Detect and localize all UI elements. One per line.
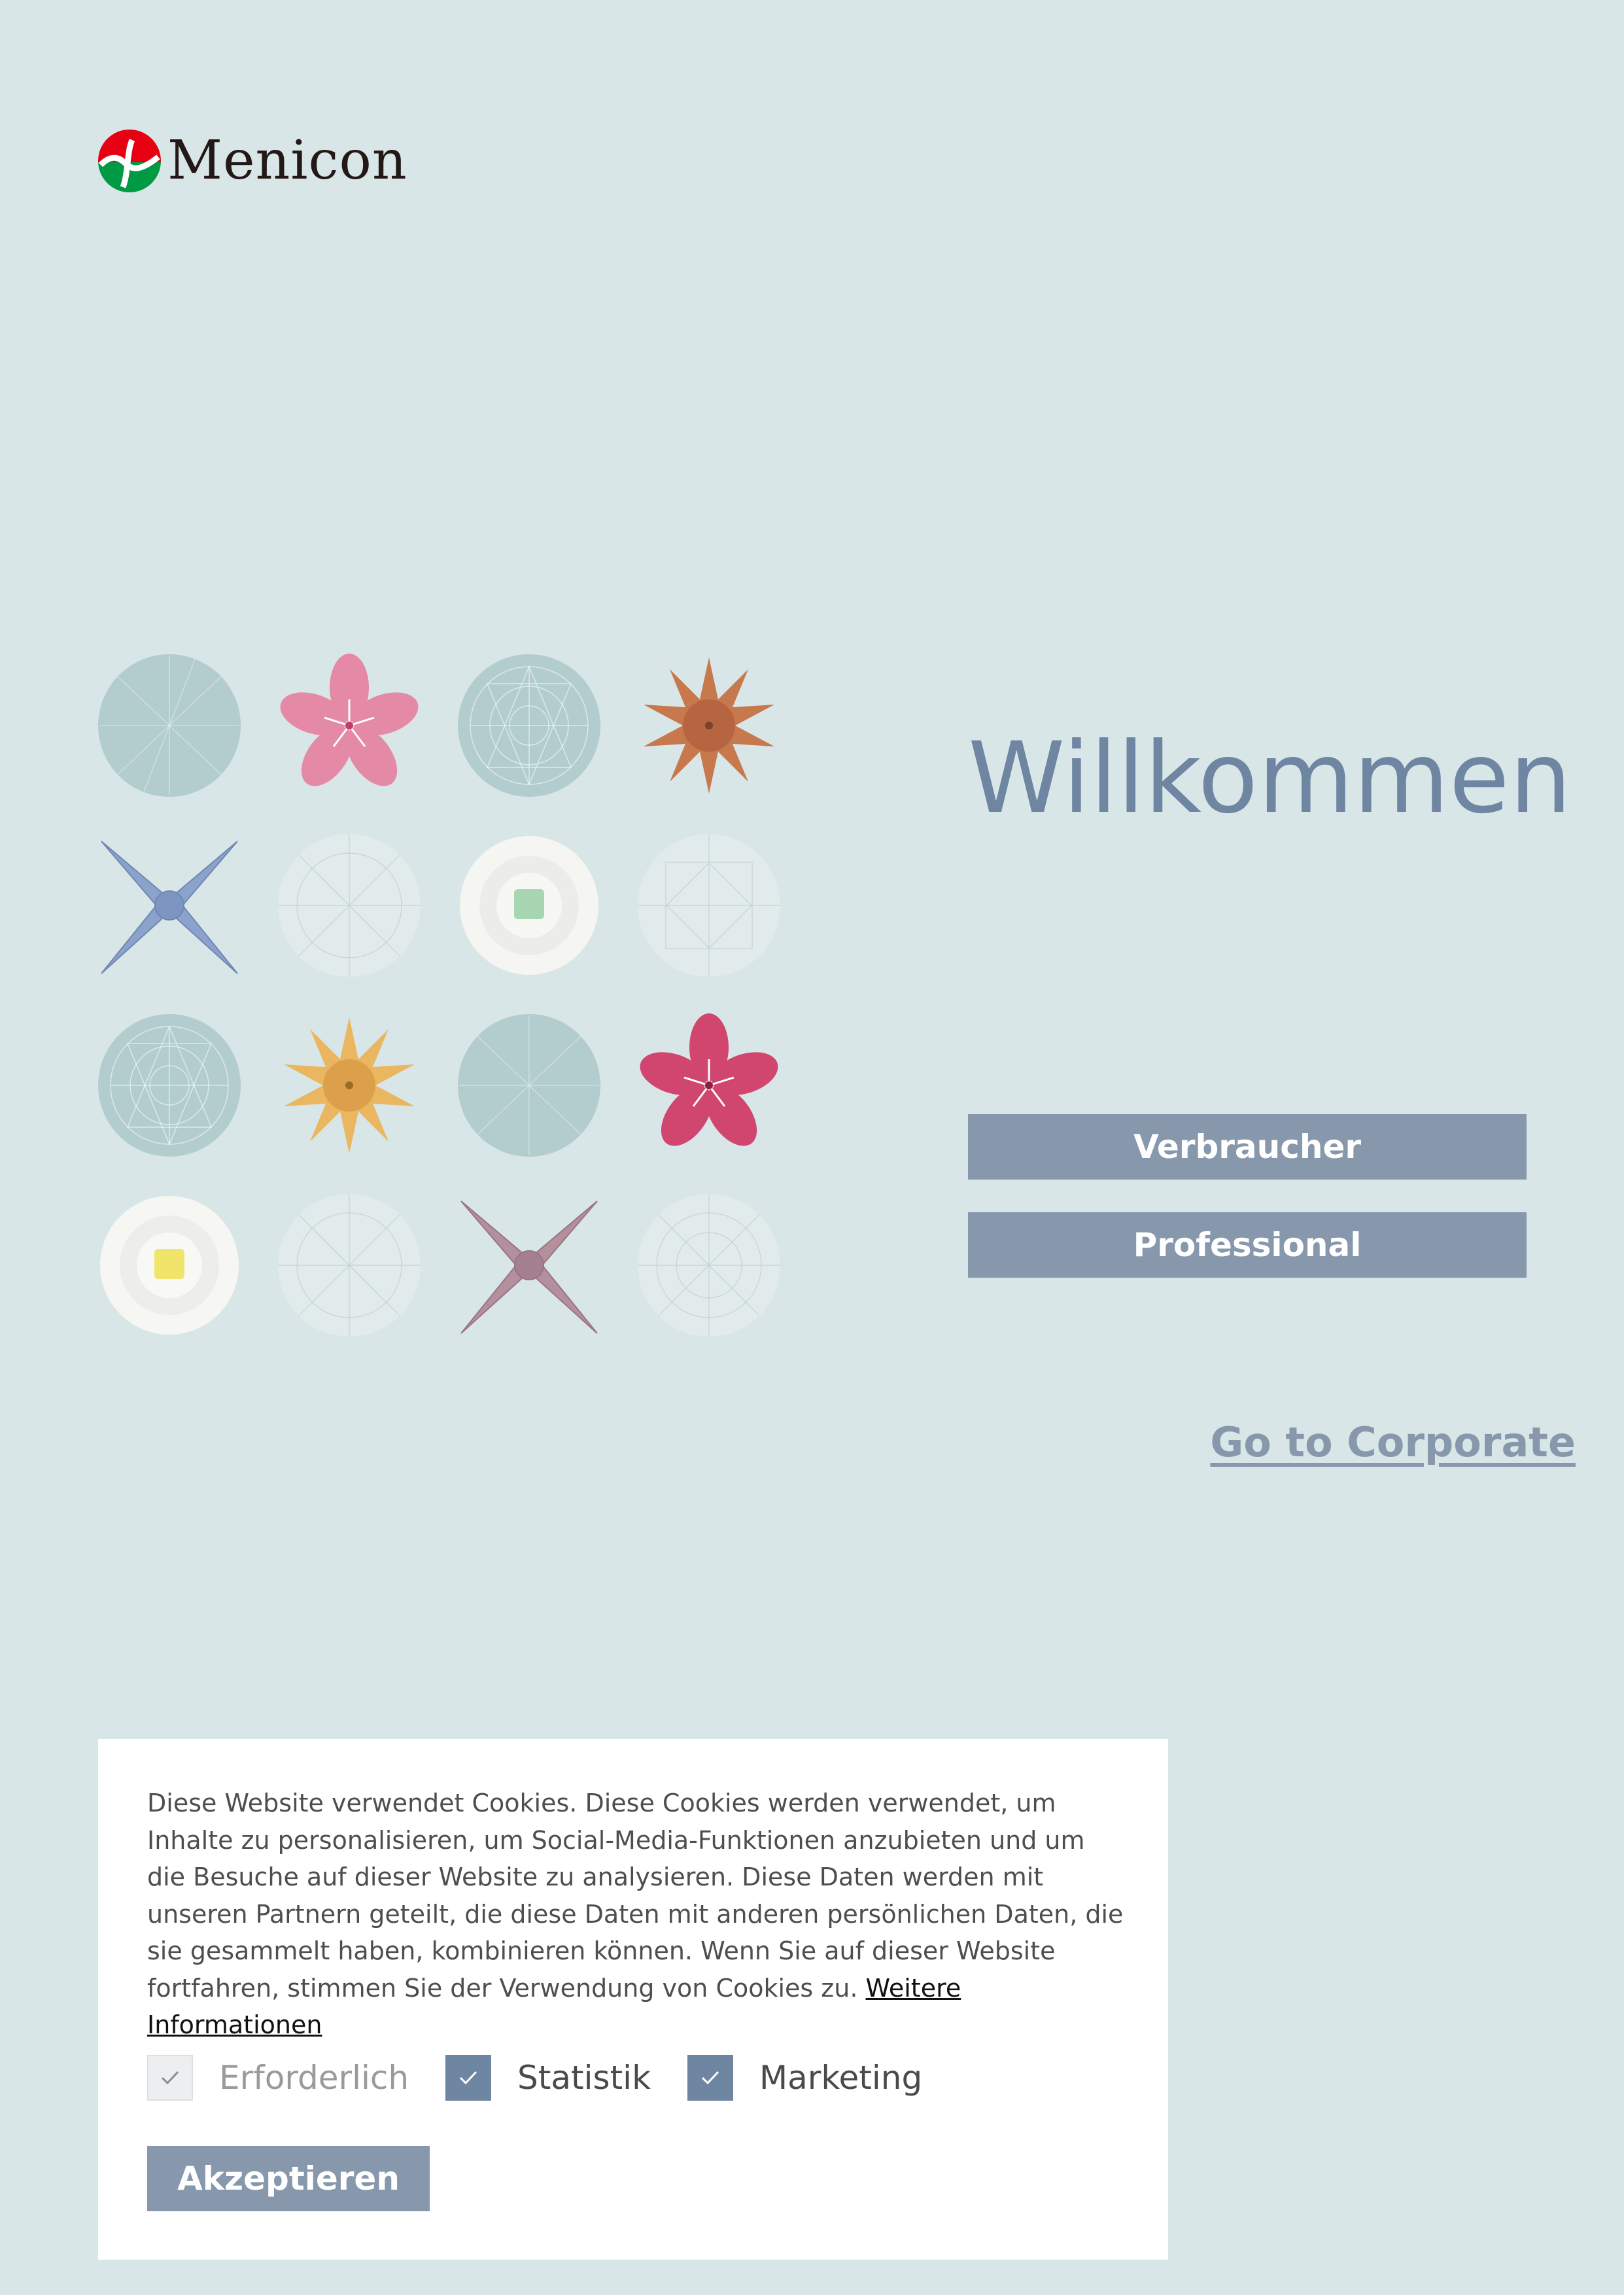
consumer-button[interactable]: Verbraucher xyxy=(968,1114,1527,1180)
pattern-disc-icon xyxy=(458,654,600,797)
checkmark-icon xyxy=(701,2071,719,2085)
option-marketing[interactable]: Marketing xyxy=(687,2055,922,2101)
page-title: Willkommen xyxy=(968,722,1572,835)
faint-pattern-disc-icon xyxy=(278,1194,421,1337)
faint-pattern-disc-icon xyxy=(638,834,780,977)
required-label: Erforderlich xyxy=(219,2059,409,2097)
magenta-origami-flower-icon xyxy=(640,1013,778,1146)
menicon-logo[interactable]: Menicon xyxy=(97,128,437,194)
copper-origami-star-icon xyxy=(644,657,774,794)
marketing-checkbox[interactable] xyxy=(687,2055,734,2101)
option-statistics[interactable]: Statistik xyxy=(445,2055,651,2101)
origami-flower-grid xyxy=(97,653,784,1340)
teal-disc-icon xyxy=(458,1014,600,1157)
faint-pattern-disc-icon xyxy=(278,834,421,977)
statistics-checkbox[interactable] xyxy=(445,2055,492,2101)
go-to-corporate-link[interactable]: Go to Corporate xyxy=(1210,1418,1576,1466)
cookie-options: Erforderlich Statistik Marketing xyxy=(147,2054,959,2101)
blue-origami-iris-icon xyxy=(101,841,238,974)
white-paper-rose-green-icon xyxy=(460,836,598,975)
accept-cookies-button[interactable]: Akzeptieren xyxy=(147,2146,430,2211)
cookie-notice-text: Diese Website verwendet Cookies. Diese C… xyxy=(147,1785,1128,2044)
required-checkbox xyxy=(147,2055,193,2101)
statistics-label[interactable]: Statistik xyxy=(517,2059,651,2097)
option-required: Erforderlich xyxy=(147,2055,409,2101)
marketing-label[interactable]: Marketing xyxy=(759,2059,922,2097)
cookie-notice-body: Diese Website verwendet Cookies. Diese C… xyxy=(147,1789,1124,2003)
pattern-disc-icon xyxy=(98,1014,241,1157)
teal-disc-icon xyxy=(98,654,241,797)
menicon-logo-mark-icon xyxy=(98,130,161,192)
checkmark-icon xyxy=(459,2071,477,2085)
logo-wordmark: Menicon xyxy=(167,130,407,192)
white-paper-rose-yellow-icon xyxy=(100,1196,239,1335)
gold-origami-star-icon xyxy=(284,1017,415,1153)
mauve-origami-iris-icon xyxy=(460,1200,598,1334)
checkmark-icon xyxy=(161,2071,179,2085)
professional-button[interactable]: Professional xyxy=(968,1212,1527,1278)
faint-pattern-disc-icon xyxy=(638,1194,780,1337)
cookie-consent-banner: Diese Website verwendet Cookies. Diese C… xyxy=(98,1739,1168,2260)
pink-origami-flower-icon xyxy=(280,654,419,786)
